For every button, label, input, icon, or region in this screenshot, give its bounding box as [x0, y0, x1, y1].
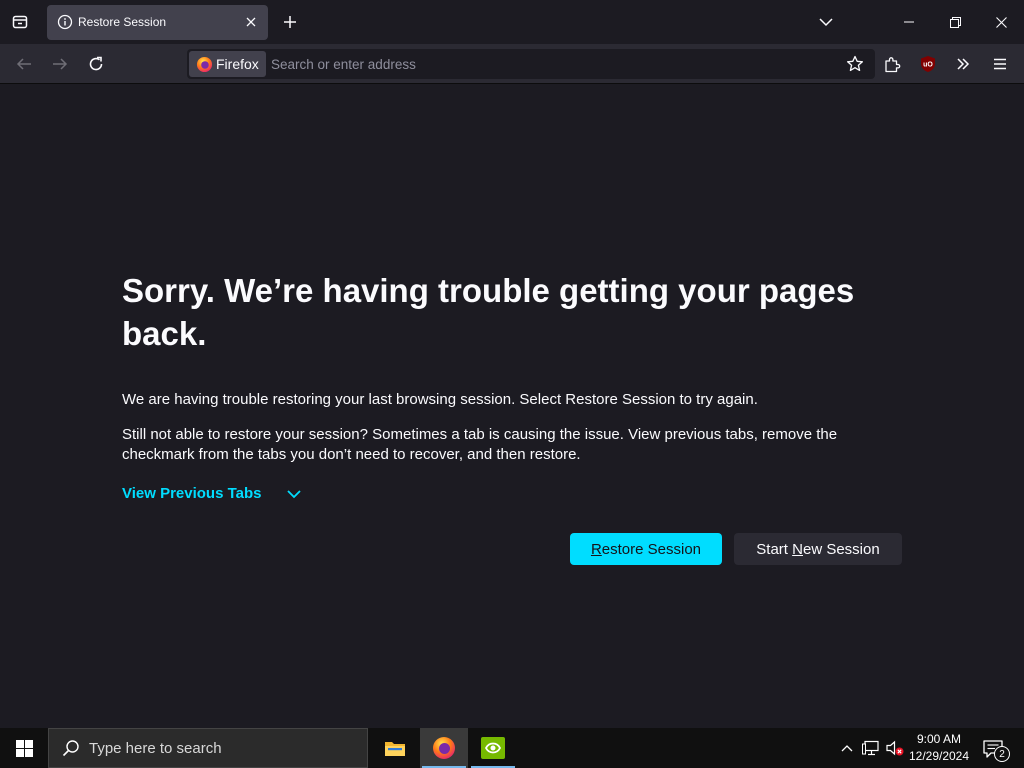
- reload-button[interactable]: [84, 52, 108, 76]
- restore-session-rest: estore Session: [601, 540, 702, 558]
- chevron-up-icon: [841, 745, 853, 752]
- tab-restore-session[interactable]: Restore Session: [47, 5, 268, 40]
- taskbar-app-firefox[interactable]: [420, 728, 468, 768]
- taskbar-clock[interactable]: 9:00 AM 12/29/2024: [906, 731, 972, 765]
- application-menu-button[interactable]: [988, 52, 1012, 76]
- notification-count-badge: 2: [994, 746, 1010, 762]
- view-previous-tabs-label: View Previous Tabs: [122, 485, 262, 502]
- page-content: Sorry. We’re having trouble getting your…: [0, 85, 1024, 712]
- address-input[interactable]: [271, 49, 831, 79]
- start-new-session-rest: ew Session: [802, 540, 880, 558]
- plus-icon: [284, 16, 296, 28]
- arrow-right-icon: [53, 58, 68, 70]
- error-help-text: Still not able to restore your session? …: [122, 426, 838, 463]
- back-button[interactable]: [12, 52, 36, 76]
- ublock-origin-button[interactable]: uO: [916, 52, 940, 76]
- restore-window-icon: [949, 16, 961, 28]
- windows-logo-icon: [15, 739, 33, 757]
- close-window-button[interactable]: [978, 0, 1024, 44]
- hamburger-menu-icon: [994, 58, 1006, 70]
- minimize-button[interactable]: [886, 0, 932, 44]
- arrow-left-icon: [16, 58, 31, 70]
- error-description: We are having trouble restoring your las…: [122, 391, 758, 408]
- tab-strip: Restore Session: [0, 0, 1024, 44]
- forward-button[interactable]: [48, 52, 72, 76]
- url-bar[interactable]: Firefox: [187, 49, 875, 79]
- network-icon: [862, 740, 879, 756]
- identity-box[interactable]: Firefox: [189, 51, 266, 77]
- chevron-down-icon: [819, 18, 833, 27]
- reload-icon: [89, 56, 103, 71]
- new-tab-button[interactable]: [278, 10, 302, 34]
- identity-label: Firefox: [216, 56, 259, 72]
- start-new-session-prefix: Start: [756, 540, 793, 558]
- action-center-button[interactable]: 2: [978, 734, 1010, 764]
- page-title: Sorry. We’re having trouble getting your…: [122, 272, 855, 352]
- taskbar-app-nvidia[interactable]: [469, 728, 517, 768]
- list-all-tabs-button[interactable]: [814, 10, 838, 34]
- search-icon: [62, 740, 79, 757]
- show-hidden-icons-button[interactable]: [836, 728, 858, 768]
- firefox-logo-icon: [433, 737, 455, 759]
- nvidia-icon: [481, 737, 505, 759]
- taskbar-app-file-explorer[interactable]: [371, 728, 419, 768]
- firefox-view-button[interactable]: [8, 10, 32, 34]
- star-icon: [846, 55, 864, 72]
- clock-date: 12/29/2024: [908, 749, 970, 763]
- taskbar-search-box[interactable]: Type here to search: [48, 728, 368, 768]
- extensions-button[interactable]: [880, 52, 904, 76]
- windows-taskbar: Type here to search 9:00 AM 12/29/2024 2: [0, 728, 1024, 768]
- ublock-origin-icon: uO: [921, 56, 935, 72]
- close-icon: [995, 16, 1007, 28]
- network-status-button[interactable]: [860, 728, 882, 768]
- view-previous-tabs-toggle[interactable]: View Previous Tabs: [122, 485, 302, 502]
- tab-title: Restore Session: [78, 15, 167, 29]
- svg-text:uO: uO: [923, 62, 933, 69]
- navigation-toolbar: Firefox uO: [0, 44, 1024, 84]
- more-tools-button[interactable]: [951, 52, 975, 76]
- bookmark-star-button[interactable]: [845, 54, 865, 74]
- double-chevron-right-icon: [957, 58, 970, 70]
- firefox-view-icon: [12, 15, 28, 29]
- chevron-down-icon: [286, 489, 301, 498]
- close-icon: [246, 17, 256, 27]
- restore-session-button[interactable]: Restore Session: [570, 533, 722, 565]
- firefox-logo-icon: [196, 56, 213, 72]
- taskbar-search-placeholder: Type here to search: [89, 739, 222, 757]
- minimize-icon: [904, 21, 914, 23]
- start-new-session-button[interactable]: Start New Session: [734, 533, 902, 565]
- restore-down-button[interactable]: [932, 0, 978, 44]
- info-icon: [57, 14, 73, 30]
- start-button[interactable]: [0, 728, 48, 768]
- folder-icon: [385, 742, 405, 756]
- tab-close-button[interactable]: [242, 13, 260, 31]
- speaker-muted-icon: [886, 740, 904, 756]
- start-new-session-accesskey: N: [792, 540, 803, 558]
- puzzle-piece-icon: [884, 56, 900, 72]
- volume-button[interactable]: [884, 728, 906, 768]
- restore-session-accesskey: R: [590, 540, 602, 558]
- clock-time: 9:00 AM: [916, 732, 962, 746]
